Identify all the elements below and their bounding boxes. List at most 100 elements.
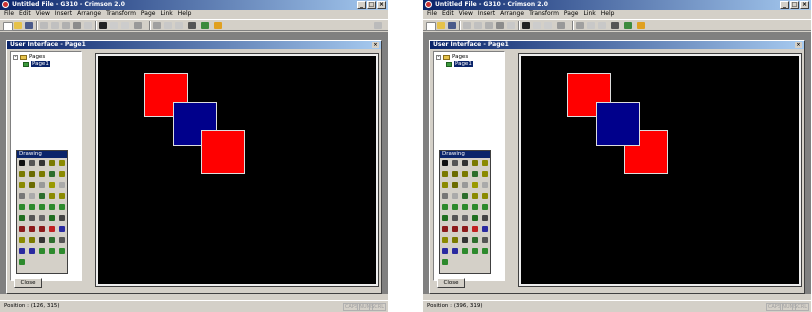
close-window-button[interactable]: × <box>377 1 386 9</box>
vbar-tool-icon[interactable] <box>19 193 25 199</box>
paste-icon[interactable] <box>73 22 81 29</box>
pencil-icon[interactable] <box>463 22 471 29</box>
delete-icon[interactable] <box>507 22 515 29</box>
slider-tool-icon[interactable] <box>39 215 45 221</box>
save-icon[interactable] <box>448 22 456 29</box>
menu-file[interactable]: File <box>4 10 14 18</box>
menu-help[interactable]: Help <box>601 10 615 18</box>
tree-item-pages[interactable]: - Pages <box>13 54 45 60</box>
toolbar-overflow-icon[interactable] <box>374 22 382 29</box>
animation-tool-icon[interactable] <box>29 237 35 243</box>
bevel-tool-icon[interactable] <box>19 182 25 188</box>
display-icon[interactable] <box>522 22 530 29</box>
pipe-tool-icon[interactable] <box>462 248 468 254</box>
new-file-icon[interactable] <box>426 22 436 31</box>
new-file-icon[interactable] <box>3 22 13 31</box>
child-close-button[interactable]: × <box>372 42 379 48</box>
lamp-tool-icon[interactable] <box>472 226 478 232</box>
motor-tool-icon[interactable] <box>462 237 468 243</box>
panel-tool-icon[interactable] <box>482 193 488 199</box>
minimize-button[interactable]: _ <box>357 1 366 9</box>
ellipse-tool-icon[interactable] <box>462 171 468 177</box>
zoom-icon[interactable] <box>557 22 565 29</box>
bevel-tool-icon[interactable] <box>442 182 448 188</box>
save-icon[interactable] <box>25 22 33 29</box>
dial-tool-icon[interactable] <box>29 204 35 210</box>
undo-icon[interactable] <box>533 22 541 29</box>
fan-tool-icon[interactable] <box>472 237 478 243</box>
display-tool-icon[interactable] <box>482 226 488 232</box>
collapse-icon[interactable]: - <box>13 54 18 60</box>
child-close-button[interactable]: × <box>795 42 802 48</box>
pencil-icon[interactable] <box>40 22 48 29</box>
menu-edit[interactable]: Edit <box>442 10 454 18</box>
pointer-tool-icon[interactable] <box>442 160 448 166</box>
line-tool-icon[interactable] <box>39 160 45 166</box>
wedge-tool-icon[interactable] <box>59 171 65 177</box>
display-tool-icon[interactable] <box>59 226 65 232</box>
flow-tool-icon[interactable] <box>49 248 55 254</box>
menu-arrange[interactable]: Arrange <box>77 10 101 18</box>
collapse-icon[interactable]: - <box>436 54 441 60</box>
redo-icon[interactable] <box>544 22 552 29</box>
dial-tool-icon[interactable] <box>452 204 458 210</box>
open-folder-icon[interactable] <box>14 22 22 29</box>
display-icon[interactable] <box>99 22 107 29</box>
maximize-button[interactable]: □ <box>367 1 376 9</box>
flow-tool-icon[interactable] <box>472 248 478 254</box>
pipe-tool-icon[interactable] <box>39 248 45 254</box>
scale-tool-icon[interactable] <box>482 182 488 188</box>
frame-tool-icon[interactable] <box>29 182 35 188</box>
tree-item-page1[interactable]: Page1 <box>446 61 473 67</box>
copy-icon[interactable] <box>62 22 70 29</box>
hash-grid-icon[interactable] <box>188 22 196 29</box>
text-tool-icon[interactable] <box>452 193 458 199</box>
delete-icon[interactable] <box>84 22 92 29</box>
line-tool-icon[interactable] <box>462 160 468 166</box>
polygon-tool-icon[interactable] <box>49 171 55 177</box>
pointer-tool-icon[interactable] <box>19 160 25 166</box>
zoom-icon[interactable] <box>134 22 142 29</box>
led-tool-icon[interactable] <box>39 226 45 232</box>
menu-link[interactable]: Link <box>583 10 595 18</box>
scale-tool-icon[interactable] <box>59 182 65 188</box>
menu-page[interactable]: Page <box>141 10 156 18</box>
menu-help[interactable]: Help <box>178 10 192 18</box>
shield-tool-icon[interactable] <box>49 193 55 199</box>
select-tool-icon[interactable] <box>452 160 458 166</box>
lightning-icon[interactable] <box>214 22 222 29</box>
scroll-tool-icon[interactable] <box>19 259 25 265</box>
pin-tool-icon[interactable] <box>452 215 458 221</box>
menu-page[interactable]: Page <box>564 10 579 18</box>
close-button[interactable]: Close <box>437 278 465 288</box>
align-right-icon[interactable] <box>598 22 606 29</box>
valve-tool-icon[interactable] <box>29 248 35 254</box>
tank-tool-icon[interactable] <box>442 248 448 254</box>
menu-link[interactable]: Link <box>160 10 172 18</box>
bitmap-tool-icon[interactable] <box>442 237 448 243</box>
triangle-tool-icon[interactable] <box>452 171 458 177</box>
meter-tool-icon[interactable] <box>462 204 468 210</box>
align-left-icon[interactable] <box>164 22 172 29</box>
minimize-button[interactable]: _ <box>780 1 789 9</box>
wedge-tool-icon[interactable] <box>482 171 488 177</box>
undo-icon[interactable] <box>110 22 118 29</box>
navy-rectangle[interactable] <box>596 102 640 146</box>
motor-tool-icon[interactable] <box>39 237 45 243</box>
frame-tool-icon[interactable] <box>452 182 458 188</box>
menu-edit[interactable]: Edit <box>19 10 31 18</box>
copy-icon[interactable] <box>485 22 493 29</box>
counter-tool-icon[interactable] <box>49 204 55 210</box>
alarm-tool-icon[interactable] <box>442 226 448 232</box>
rounded-rect-tool-icon[interactable] <box>482 160 488 166</box>
pump-tool-icon[interactable] <box>59 237 65 243</box>
lightning-icon[interactable] <box>637 22 645 29</box>
lamp-tool-icon[interactable] <box>49 226 55 232</box>
select-tool-icon[interactable] <box>29 160 35 166</box>
corner-tool-icon[interactable] <box>39 182 45 188</box>
gauge-tool-icon[interactable] <box>442 204 448 210</box>
animation-tool-icon[interactable] <box>452 237 458 243</box>
open-folder-icon[interactable] <box>437 22 445 29</box>
bitmap-tool-icon[interactable] <box>19 237 25 243</box>
text-tool-icon[interactable] <box>29 193 35 199</box>
